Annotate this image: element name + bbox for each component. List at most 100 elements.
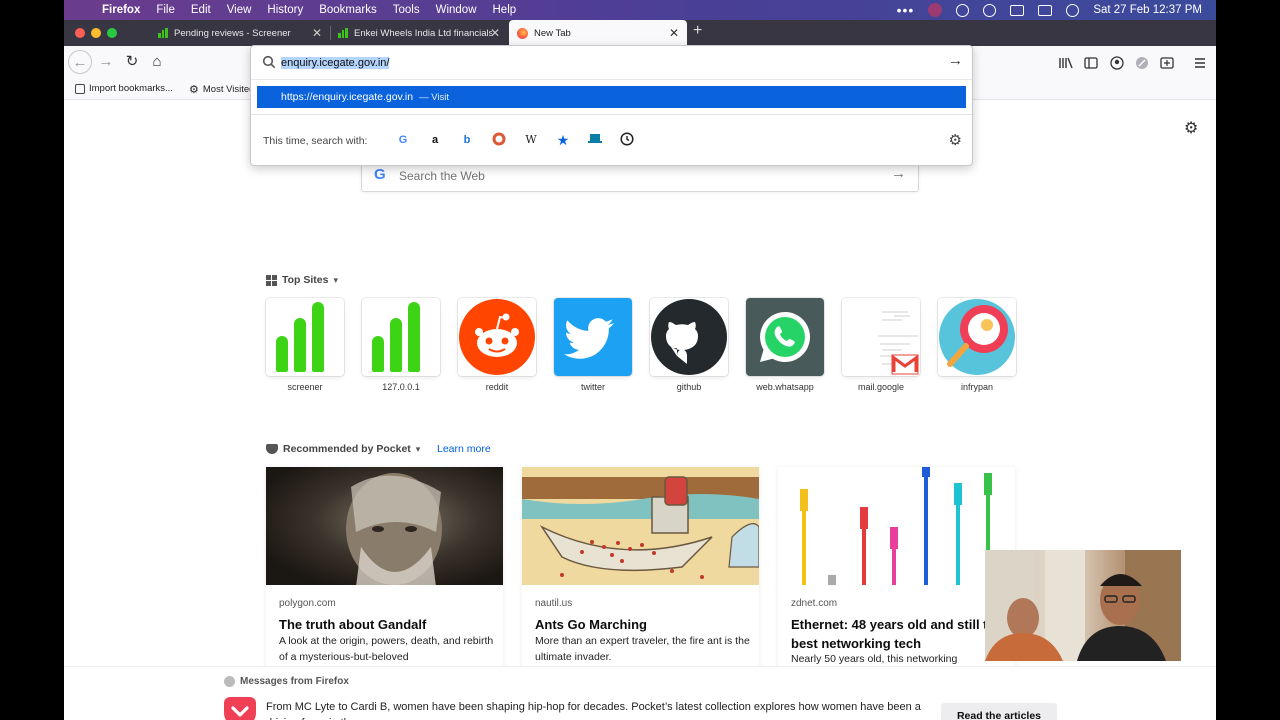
site-thumbnail: [746, 298, 824, 376]
close-tab-icon[interactable]: ✕: [490, 26, 500, 40]
card-description: More than an expert traveler, the fire a…: [535, 635, 750, 663]
top-site-whatsapp[interactable]: web.whatsapp: [746, 298, 824, 392]
pocket-title: Recommended by Pocket: [283, 443, 411, 455]
site-label: github: [676, 382, 702, 392]
menubar-datetime[interactable]: Sat 27 Feb 12:37 PM: [1093, 4, 1202, 16]
pocket-card-gandalf[interactable]: polygon.com The truth about Gandalf A lo…: [266, 467, 503, 667]
vpn-icon[interactable]: [956, 3, 970, 17]
card-description: A look at the origin, powers, death, and…: [279, 635, 494, 663]
card-title: The truth about Gandalf: [279, 617, 427, 632]
menubar-status-area: ••• Sat 27 Feb 12:37 PM: [897, 0, 1202, 20]
google-engine-icon[interactable]: G: [395, 132, 411, 148]
close-window-button[interactable]: [75, 28, 85, 38]
top-site-localhost[interactable]: 127.0.0.1: [362, 298, 440, 392]
user-flag-icon[interactable]: [928, 3, 943, 17]
top-site-twitter[interactable]: twitter: [554, 298, 632, 392]
duckduckgo-engine-icon[interactable]: [491, 132, 507, 148]
firefox-logo-icon: [224, 676, 235, 687]
tab-new-tab[interactable]: New Tab ✕: [509, 20, 687, 46]
screen-mirror-icon[interactable]: [1010, 4, 1025, 16]
site-label: reddit: [485, 382, 509, 392]
bookmarks-star-icon[interactable]: ★: [555, 132, 571, 148]
account-icon[interactable]: [1110, 56, 1124, 70]
hamburger-menu-icon[interactable]: [1194, 56, 1208, 68]
site-label: twitter: [580, 382, 605, 392]
url-input[interactable]: enquiry.icegate.gov.in/: [281, 57, 390, 69]
pocket-icon: [266, 444, 278, 454]
top-site-infrypan[interactable]: infrypan: [938, 298, 1016, 392]
home-icon[interactable]: ⌂: [145, 50, 169, 74]
divider: [251, 79, 972, 80]
infrypan-logo-icon: [938, 298, 1016, 376]
learn-more-link[interactable]: Learn more: [437, 443, 491, 455]
search-settings-gear-icon[interactable]: ⚙: [949, 131, 962, 149]
control-center-icon[interactable]: [1038, 4, 1053, 16]
menu-history[interactable]: History: [259, 4, 311, 16]
ethernet-cables-image: [778, 467, 1015, 585]
top-site-reddit[interactable]: reddit: [458, 298, 536, 392]
tabs-icon[interactable]: [587, 132, 603, 148]
go-arrow-icon[interactable]: →: [948, 52, 963, 69]
extension-icon[interactable]: [1135, 56, 1149, 69]
search-icon: [262, 55, 276, 69]
site-thumbnail: [938, 298, 1016, 376]
pocket-card-ethernet[interactable]: zdnet.com Ethernet: 48 years old and sti…: [778, 467, 1015, 667]
menu-help[interactable]: Help: [485, 4, 525, 16]
github-octocat-icon: [651, 299, 727, 375]
card-description: Nearly 50 years old, this networking: [791, 653, 958, 665]
tab-enkei[interactable]: Enkei Wheels India Ltd financials ✕: [330, 20, 508, 46]
top-site-gmail[interactable]: mail.google: [842, 298, 920, 392]
search-placeholder: Search the Web: [399, 169, 485, 183]
bing-engine-icon[interactable]: b: [459, 132, 475, 148]
minimize-window-button[interactable]: [91, 28, 101, 38]
more-dots-icon[interactable]: •••: [897, 3, 915, 17]
page-settings-gear-icon[interactable]: ⚙: [1184, 118, 1198, 138]
messages-header: Messages from Firefox: [224, 676, 349, 687]
history-clock-icon[interactable]: [619, 132, 635, 148]
top-site-github[interactable]: github: [650, 298, 728, 392]
site-label: 127.0.0.1: [382, 382, 420, 392]
menu-file[interactable]: File: [148, 4, 183, 16]
zoom-window-button[interactable]: [107, 28, 117, 38]
menu-tools[interactable]: Tools: [385, 4, 428, 16]
amazon-engine-icon[interactable]: a: [427, 132, 443, 148]
site-thumbnail: [362, 298, 440, 376]
card-title: Ants Go Marching: [535, 617, 647, 632]
url-suggestion-row[interactable]: https://enquiry.icegate.gov.in — Visit: [257, 86, 966, 108]
suggestion-action: — Visit: [419, 91, 450, 103]
reload-icon[interactable]: ↻: [120, 50, 144, 74]
menu-app-name[interactable]: Firefox: [94, 4, 148, 16]
new-tab-plus-icon[interactable]: +: [693, 22, 702, 40]
tab-screener[interactable]: Pending reviews - Screener ✕: [150, 20, 330, 46]
pocket-card-ants[interactable]: nautil.us Ants Go Marching More than an …: [522, 467, 759, 667]
bookmark-most-visited[interactable]: ⚙ Most Visited: [189, 83, 251, 96]
pocket-header[interactable]: Recommended by Pocket ▾: [266, 443, 420, 455]
close-tab-icon[interactable]: ✕: [312, 26, 322, 40]
menu-bookmarks[interactable]: Bookmarks: [311, 4, 385, 16]
menu-window[interactable]: Window: [428, 4, 485, 16]
card-title: Ethernet: 48 years old and still the bes…: [791, 617, 1003, 651]
search-go-arrow-icon[interactable]: →: [891, 165, 906, 182]
bookmark-import[interactable]: Import bookmarks...: [75, 83, 173, 94]
grid-icon: [266, 274, 277, 286]
time-machine-icon[interactable]: [983, 3, 997, 17]
forward-arrow-icon[interactable]: →: [94, 50, 118, 74]
menu-view[interactable]: View: [219, 4, 260, 16]
card-source: zdnet.com: [791, 598, 838, 609]
library-icon[interactable]: [1059, 56, 1073, 69]
back-arrow-icon[interactable]: ←: [68, 50, 92, 74]
tab-title: New Tab: [534, 27, 571, 39]
top-sites-header[interactable]: Top Sites ▾: [266, 274, 338, 286]
screenshot-extension-icon[interactable]: [1160, 56, 1174, 69]
sidebar-icon[interactable]: [1084, 56, 1098, 69]
card-image: [778, 467, 1015, 585]
close-tab-icon[interactable]: ✕: [669, 26, 679, 40]
menu-edit[interactable]: Edit: [183, 4, 219, 16]
top-site-screener[interactable]: screener: [266, 298, 344, 392]
siri-icon[interactable]: [1066, 3, 1080, 17]
card-source: polygon.com: [279, 598, 336, 609]
divider: [251, 114, 972, 115]
wikipedia-engine-icon[interactable]: W: [523, 132, 539, 148]
url-text: enquiry.icegate.gov.in/: [281, 57, 390, 69]
read-articles-button[interactable]: Read the articles: [941, 703, 1057, 720]
